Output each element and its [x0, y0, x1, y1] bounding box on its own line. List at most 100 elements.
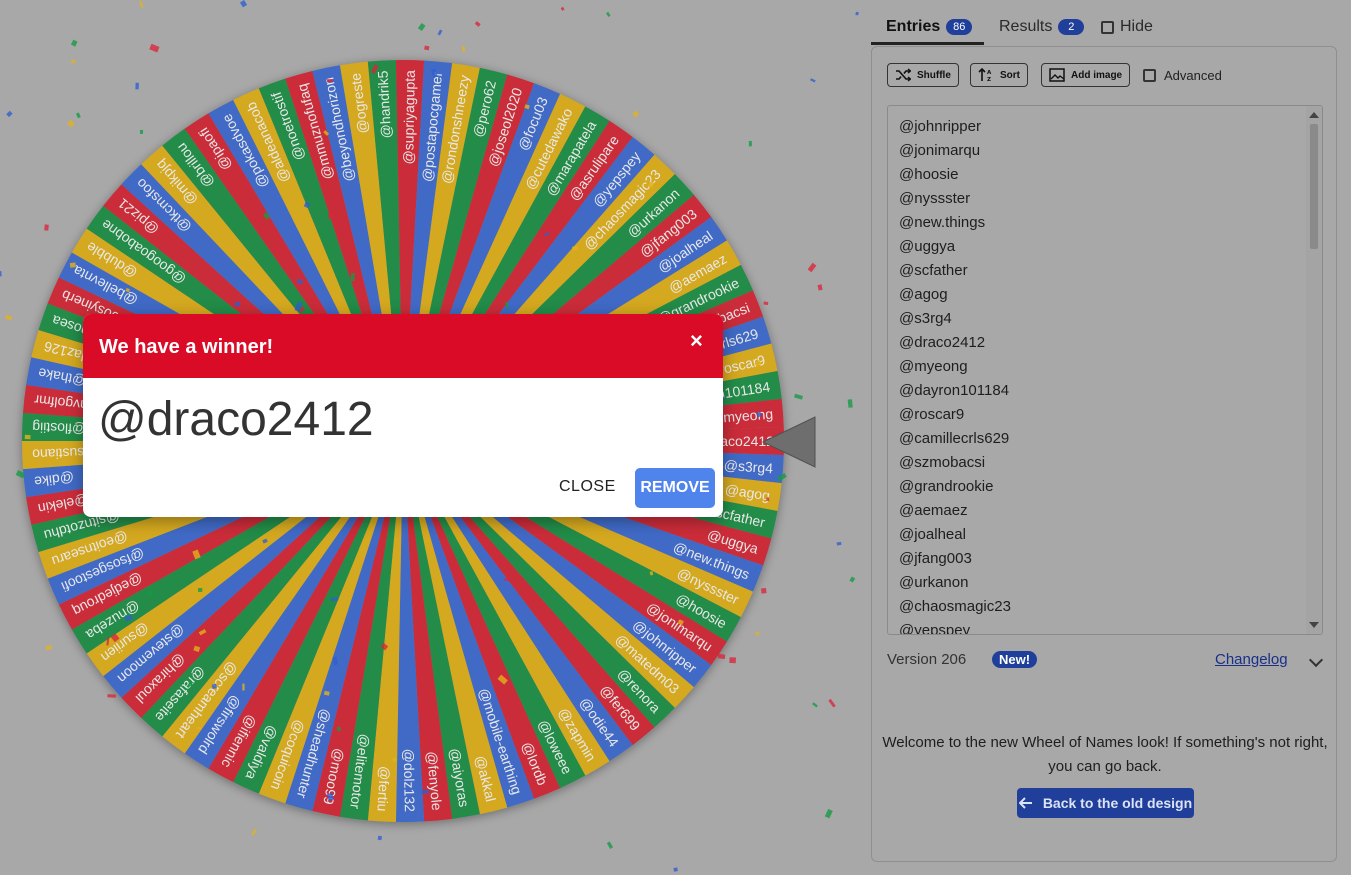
winner-dialog: We have a winner! × @draco2412 CLOSE REM…	[83, 314, 723, 517]
entries-scrollbar[interactable]	[1306, 106, 1322, 634]
chevron-down-icon[interactable]	[1308, 652, 1324, 668]
advanced-checkbox[interactable]	[1143, 69, 1156, 82]
back-button-label: Back to the old design	[1042, 795, 1193, 811]
confetti-piece	[755, 631, 760, 636]
entry-item: @camillecrls629	[899, 430, 1010, 447]
svg-text:A: A	[987, 70, 992, 76]
version-text: Version 206	[887, 651, 967, 668]
entries-list: @johnripper @jonimarqu @hoosie @nyssster @ne…	[899, 115, 1011, 635]
confetti-piece	[794, 393, 803, 400]
confetti-piece	[71, 59, 76, 64]
new-badge: New!	[992, 651, 1038, 668]
remove-button[interactable]: REMOVE	[635, 468, 715, 508]
dialog-title: We have a winner!	[99, 336, 274, 358]
confetti-piece	[763, 301, 769, 306]
confetti-piece	[817, 284, 823, 291]
tab-results-label: Results	[999, 18, 1053, 35]
entry-item: @draco2412	[899, 334, 986, 351]
changelog-link[interactable]: Changelog	[1215, 651, 1288, 668]
entry-item: @agog	[899, 286, 948, 303]
entry-item: @yepspey	[899, 622, 971, 635]
confetti-piece	[69, 262, 76, 268]
advanced-toggle[interactable]: Advanced	[1143, 68, 1222, 83]
confetti-piece	[437, 29, 443, 36]
side-panel: Entries 86 Results 2 Hide Shuffle A Z So…	[871, 0, 1338, 862]
confetti-piece	[828, 698, 836, 708]
confetti-piece	[810, 78, 816, 83]
tab-entries[interactable]: Entries 86	[886, 18, 973, 36]
shuffle-label: Shuffle	[917, 69, 951, 81]
confetti-piece	[377, 835, 382, 841]
welcome-message: Welcome to the new Wheel of Names look! …	[882, 734, 1328, 775]
image-icon	[1049, 68, 1065, 82]
entries-count-badge: 86	[946, 19, 973, 35]
scroll-down-icon[interactable]	[1309, 622, 1319, 628]
confetti-piece	[4, 314, 13, 321]
confetti-piece	[424, 45, 430, 51]
entry-item: @aemaez	[899, 502, 968, 519]
confetti-piece	[198, 588, 203, 593]
confetti-piece	[836, 541, 842, 546]
confetti-piece	[24, 434, 31, 440]
confetti-piece	[649, 571, 654, 576]
tab-results[interactable]: Results 2	[999, 18, 1085, 36]
results-count-badge: 2	[1058, 19, 1085, 35]
confetti-piece	[648, 181, 654, 188]
confetti-piece	[632, 110, 640, 118]
scroll-up-icon[interactable]	[1309, 112, 1319, 118]
confetti-piece	[855, 11, 859, 16]
entry-item: @myeong	[899, 358, 968, 375]
sort-button[interactable]: A Z Sort	[970, 63, 1028, 87]
entry-item: @joalheal	[899, 526, 966, 543]
hide-toggle[interactable]: Hide	[1101, 18, 1153, 36]
confetti-piece	[807, 262, 817, 273]
confetti-piece	[606, 11, 611, 17]
confetti-piece	[560, 6, 565, 11]
svg-text:Z: Z	[987, 77, 991, 82]
entry-item: @grandrookie	[899, 478, 994, 495]
confetti-piece	[761, 588, 767, 594]
entry-item: @jfang003	[899, 550, 972, 567]
confetti-piece	[462, 45, 466, 52]
entry-item: @new.things	[899, 214, 986, 231]
version-row: Version 206 New! Changelog	[887, 651, 1324, 671]
wheel-pointer-icon	[761, 416, 816, 468]
hide-checkbox[interactable]	[1101, 20, 1114, 34]
tab-bar: Entries 86 Results 2 Hide	[871, 0, 1338, 46]
confetti-piece	[6, 110, 13, 118]
entry-item: @uggya	[899, 238, 956, 255]
confetti-piece	[0, 271, 2, 277]
confetti-piece	[673, 867, 678, 872]
hide-label: Hide	[1120, 18, 1153, 35]
confetti-piece	[70, 39, 78, 47]
confetti-piece	[748, 140, 752, 147]
entries-card: Shuffle A Z Sort Add image Advanced @joh…	[871, 46, 1337, 862]
add-image-button[interactable]: Add image	[1041, 63, 1131, 87]
arrow-left-icon	[1018, 797, 1032, 809]
confetti-piece	[242, 683, 245, 691]
confetti-piece	[251, 828, 257, 836]
close-icon[interactable]: ×	[690, 328, 703, 354]
confetti-piece	[239, 0, 248, 8]
confetti-piece	[847, 399, 853, 408]
confetti-piece	[766, 497, 770, 502]
entry-item: @urkanon	[899, 574, 969, 591]
add-image-label: Add image	[1071, 69, 1123, 81]
back-to-old-design-button[interactable]: Back to the old design	[1017, 788, 1194, 818]
confetti-piece	[417, 22, 426, 31]
shuffle-button[interactable]: Shuffle	[887, 63, 959, 87]
app-stage: @draco2412 @s3rg4 @agog @scfather @uggya @new…	[0, 0, 1351, 875]
confetti-piece	[474, 21, 481, 27]
winner-name: @draco2412	[98, 393, 374, 446]
confetti-piece	[211, 683, 218, 690]
entry-item: @chaosmagic23	[899, 598, 1011, 615]
entry-item: @nyssster	[899, 190, 971, 207]
scroll-thumb[interactable]	[1310, 124, 1318, 249]
confetti-piece	[235, 301, 241, 307]
dialog-header: We have a winner! ×	[83, 314, 723, 378]
confetti-piece	[849, 576, 856, 583]
entries-textarea[interactable]: @johnripper @jonimarqu @hoosie @nyssster @ne…	[887, 105, 1323, 635]
close-button[interactable]: CLOSE	[559, 478, 616, 496]
entry-item: @s3rg4	[899, 310, 952, 327]
confetti-piece	[139, 129, 144, 135]
